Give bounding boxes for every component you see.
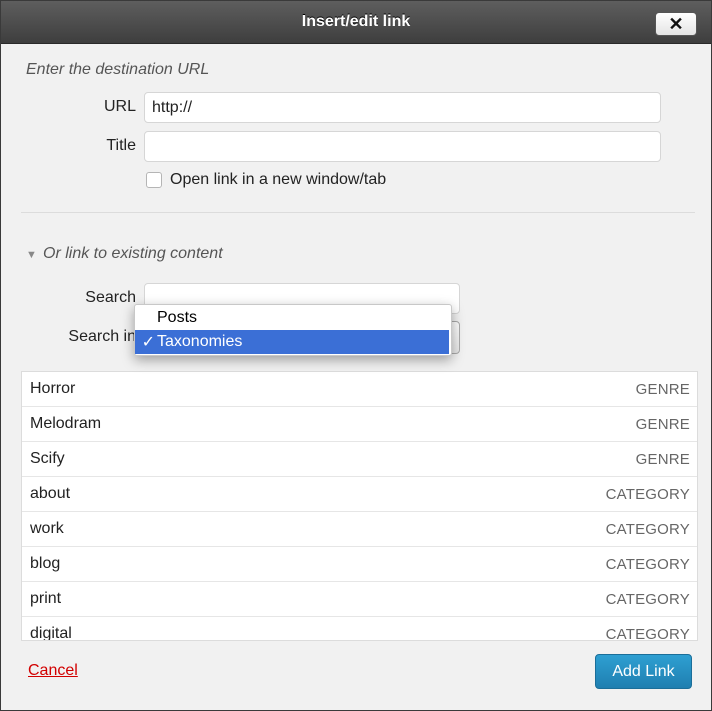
- dialog-titlebar: Insert/edit link ✕: [1, 1, 711, 44]
- result-title: Horror: [30, 380, 76, 397]
- result-type: CATEGORY: [605, 485, 690, 503]
- result-title: about: [30, 485, 71, 502]
- search-label: Search: [85, 289, 136, 306]
- search-results-list[interactable]: Horror GENRE Melodram GENRE Scify GENRE …: [21, 371, 698, 641]
- url-input[interactable]: [144, 92, 661, 123]
- result-title: print: [30, 590, 62, 607]
- result-type: CATEGORY: [605, 590, 690, 608]
- dropdown-option-posts[interactable]: Posts: [135, 306, 449, 330]
- dropdown-option-taxonomies[interactable]: ✓ Taxonomies: [135, 330, 449, 354]
- result-row[interactable]: blog CATEGORY: [22, 547, 697, 582]
- result-row[interactable]: Melodram GENRE: [22, 407, 697, 442]
- title-input[interactable]: [144, 131, 661, 162]
- result-type: GENRE: [635, 415, 690, 433]
- url-section-heading: Enter the destination URL: [26, 61, 210, 78]
- result-type: GENRE: [635, 450, 690, 468]
- section-divider: [21, 212, 695, 213]
- title-label: Title: [106, 137, 136, 154]
- new-window-checkbox[interactable]: [146, 172, 162, 188]
- result-row[interactable]: digital CATEGORY: [22, 617, 697, 641]
- checkmark-icon: ✓: [141, 334, 155, 351]
- dialog-title: Insert/edit link: [301, 13, 411, 30]
- result-type: CATEGORY: [605, 555, 690, 573]
- option-label: Posts: [157, 309, 198, 326]
- result-row[interactable]: Horror GENRE: [22, 372, 697, 407]
- result-type: CATEGORY: [605, 520, 690, 538]
- collapse-triangle-icon[interactable]: ▼: [26, 249, 37, 261]
- result-row[interactable]: print CATEGORY: [22, 582, 697, 617]
- dialog-body: Enter the destination URL URL Title Open…: [1, 44, 711, 710]
- search-in-label: Search in: [68, 328, 136, 345]
- result-row[interactable]: about CATEGORY: [22, 477, 697, 512]
- result-title: Melodram: [30, 415, 102, 432]
- url-label: URL: [103, 98, 136, 115]
- insert-link-dialog: Insert/edit link ✕ Enter the destination…: [0, 0, 712, 711]
- cancel-link[interactable]: Cancel: [28, 662, 78, 680]
- result-title: Scify: [30, 450, 65, 467]
- search-in-dropdown: Posts ✓ Taxonomies: [134, 304, 452, 356]
- result-title: work: [30, 520, 64, 537]
- close-button[interactable]: ✕: [655, 12, 697, 36]
- close-icon: ✕: [668, 13, 684, 34]
- option-label: Taxonomies: [157, 333, 243, 350]
- result-row[interactable]: Scify GENRE: [22, 442, 697, 477]
- result-title: blog: [30, 555, 61, 572]
- result-type: GENRE: [635, 380, 690, 398]
- result-type: CATEGORY: [605, 625, 690, 641]
- new-window-label[interactable]: Open link in a new window/tab: [170, 171, 386, 189]
- add-link-button[interactable]: Add Link: [595, 654, 692, 689]
- result-row[interactable]: work CATEGORY: [22, 512, 697, 547]
- result-title: digital: [30, 625, 72, 641]
- existing-section-heading[interactable]: Or link to existing content: [43, 245, 223, 263]
